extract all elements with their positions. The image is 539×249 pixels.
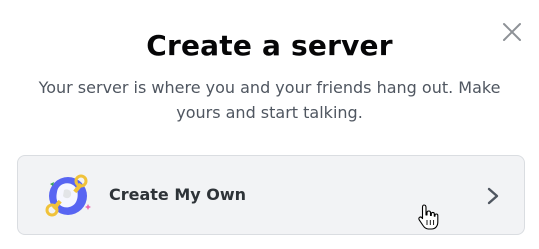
modal-subtitle: Your server is where you and your friend…: [38, 78, 501, 122]
create-server-modal: Create a server Your server is where you…: [0, 0, 539, 249]
create-my-own-button[interactable]: Create My Own: [17, 155, 525, 235]
create-server-illustration-icon: [45, 174, 91, 217]
create-my-own-label: Create My Own: [109, 185, 247, 204]
modal-title: Create a server: [146, 29, 393, 62]
chevron-right-icon: [487, 187, 499, 205]
